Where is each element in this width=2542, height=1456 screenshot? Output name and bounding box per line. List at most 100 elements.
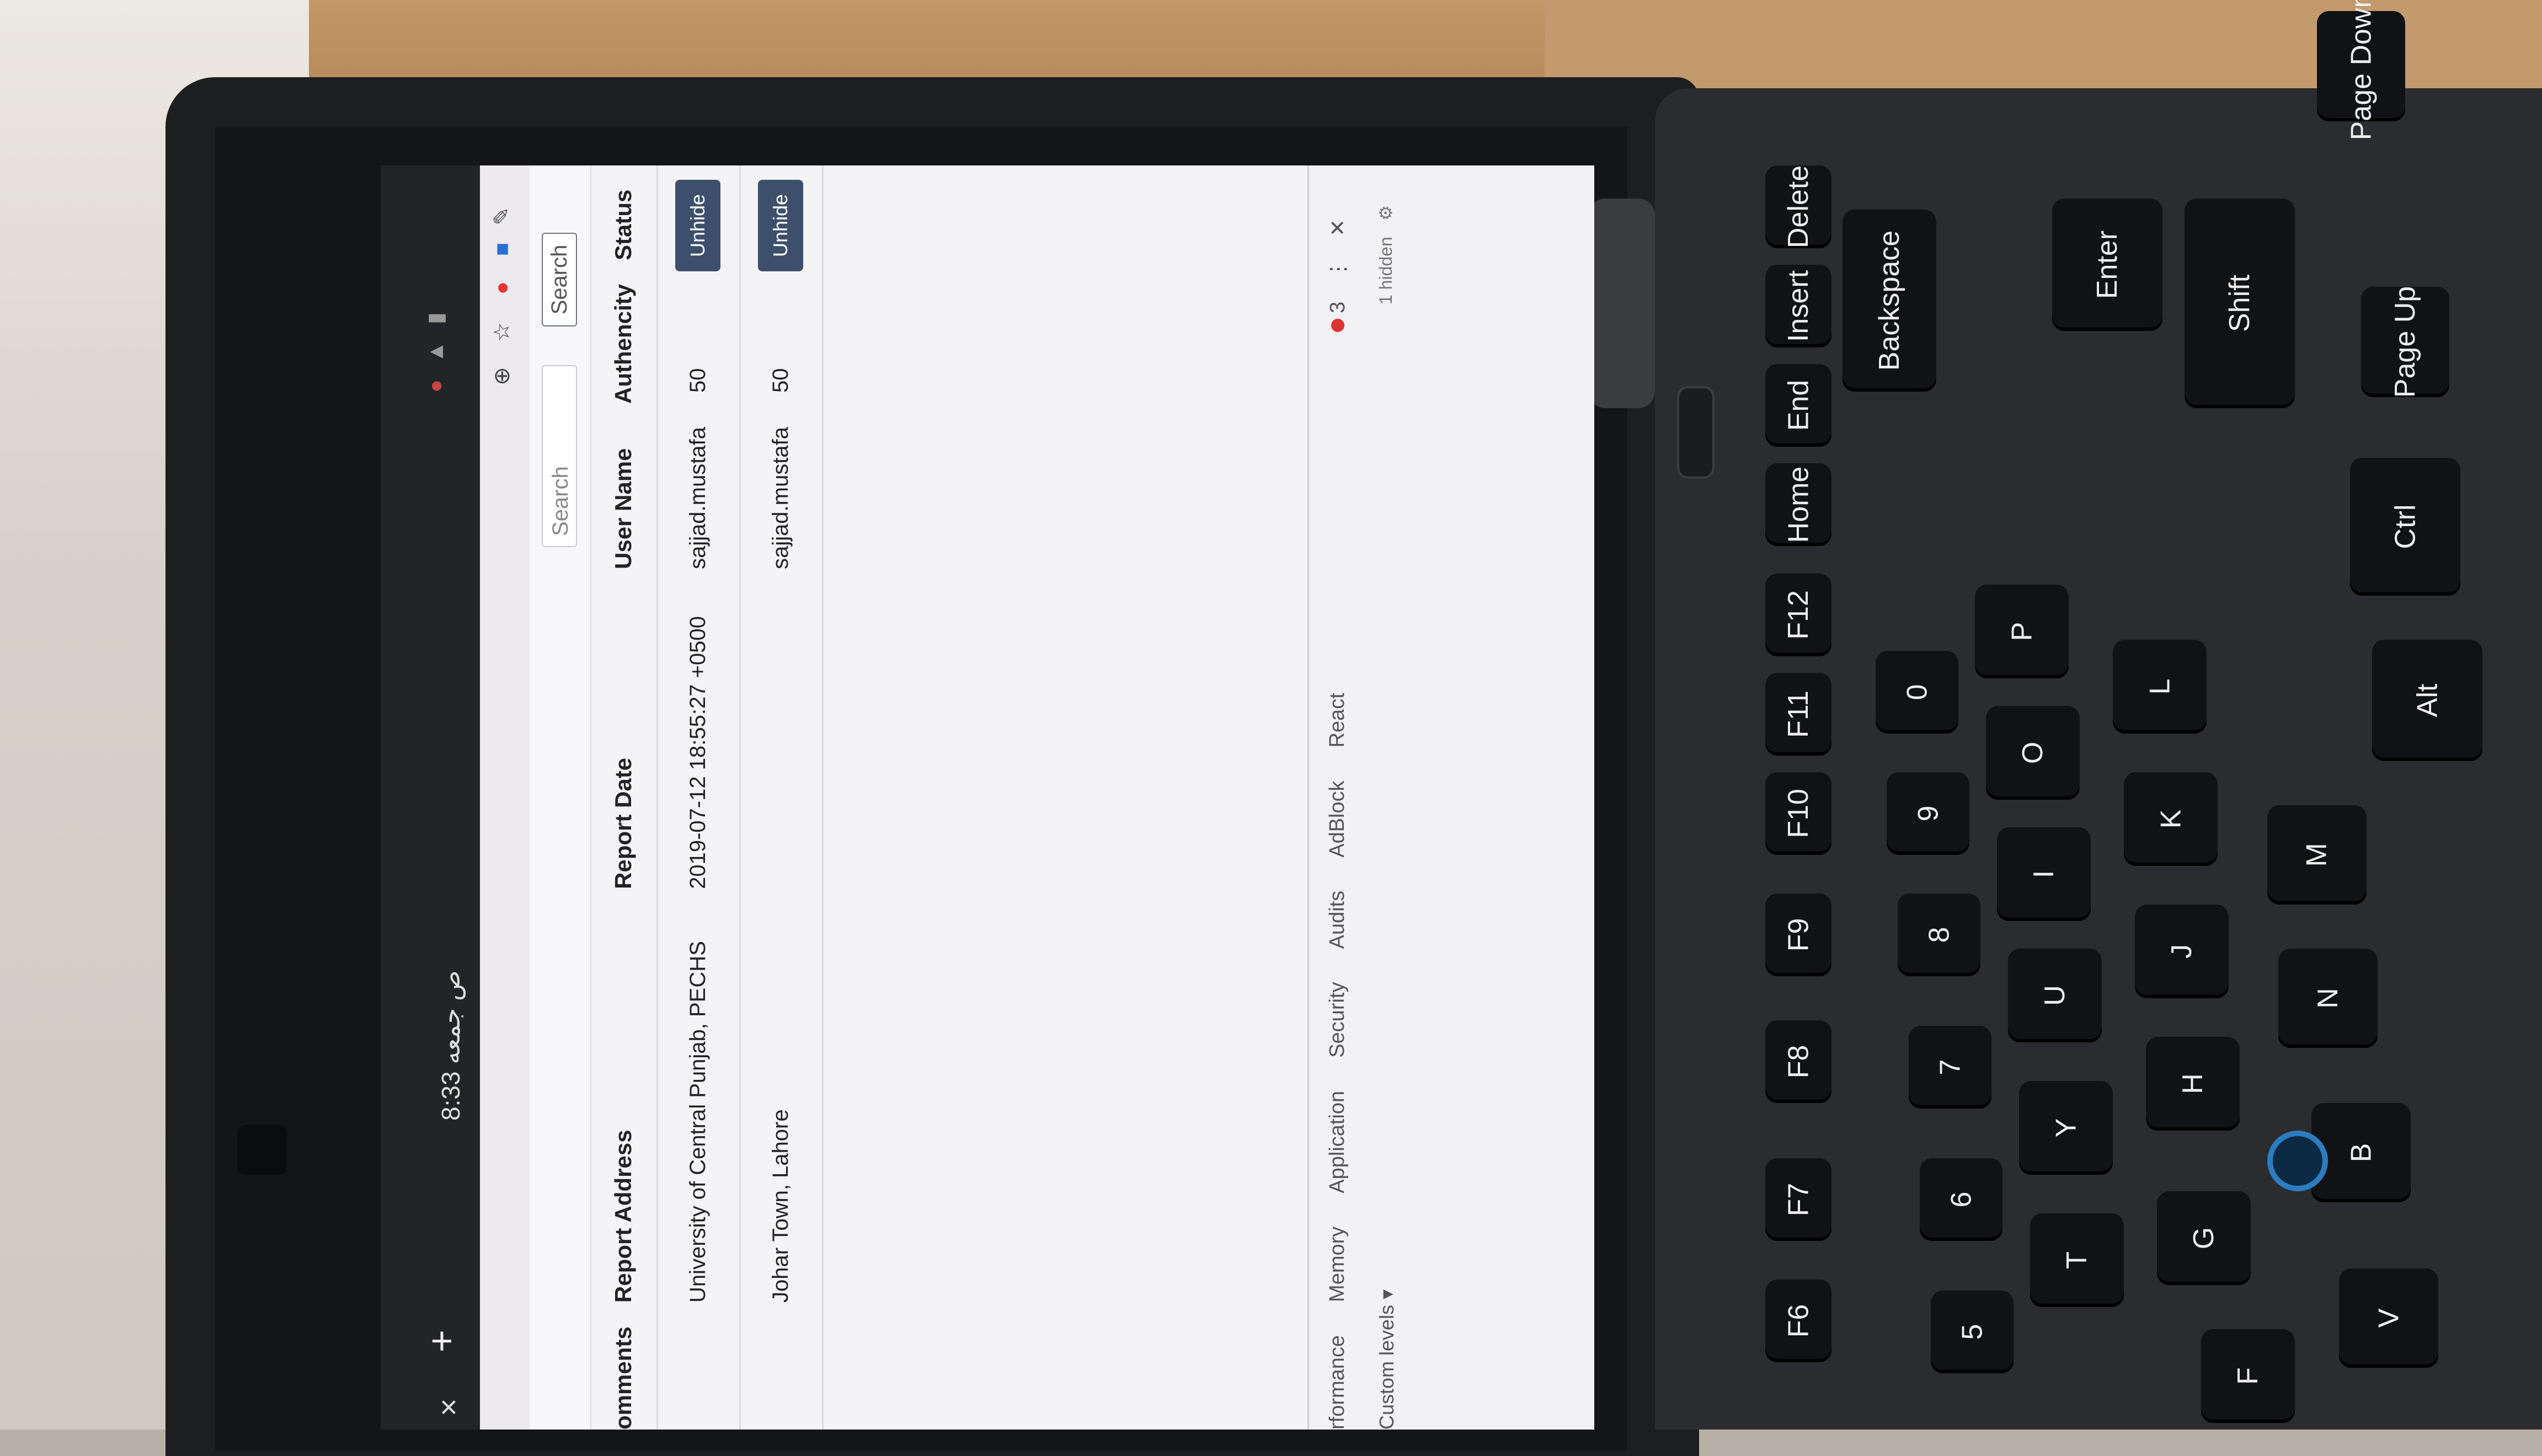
settings-gear-icon[interactable]: ⚙ <box>1376 205 1396 221</box>
column-header-status: Status <box>610 189 636 260</box>
more-options-icon[interactable]: ⋮ <box>1326 259 1350 280</box>
devtools-panel: rformance Memory Application Security Au… <box>1307 165 1594 1430</box>
column-header-user-name: User Name <box>610 448 636 569</box>
key-page-up[interactable]: Page Up <box>2361 286 2449 398</box>
report-address-cell: University of Central Punjab, PECHS <box>685 941 710 1303</box>
key-f10[interactable]: F10 <box>1765 772 1831 855</box>
tray-icon[interactable]: ● <box>424 379 448 393</box>
devtools-tab-performance[interactable]: rformance <box>1326 1335 1364 1430</box>
user-name-cell: sajjad.mustafa <box>768 427 793 569</box>
devtools-tab-react[interactable]: React <box>1326 693 1364 747</box>
tray-icon[interactable]: ▮ <box>423 312 448 324</box>
tab-bar: × + 8:33 ص جمعه ● ▲ ▮ <box>381 165 480 1430</box>
close-icon[interactable]: ✕ <box>1326 219 1350 237</box>
table-row: University of Central Punjab, PECHS 2019… <box>656 165 741 1430</box>
authencity-cell: 50 <box>685 368 710 393</box>
key-end[interactable]: End <box>1765 364 1831 447</box>
key-k[interactable]: K <box>2124 772 2218 866</box>
key-f[interactable]: F <box>2201 1329 2295 1423</box>
key-alt[interactable]: Alt <box>2372 640 2482 761</box>
bookmark-star-icon[interactable]: ☆ <box>485 315 519 349</box>
devtools-tab-security[interactable]: Security <box>1326 982 1364 1058</box>
key-f12[interactable]: F12 <box>1765 574 1831 656</box>
devtools-tab-memory[interactable]: Memory <box>1326 1227 1364 1302</box>
table-row: Johar Town, Lahore sajjad.mustafa 50 Unh… <box>739 165 824 1430</box>
devtools-tab-audits[interactable]: Audits <box>1326 891 1364 949</box>
key-delete[interactable]: Delete <box>1765 165 1831 248</box>
key-i[interactable]: I <box>1997 827 2091 921</box>
key-9[interactable]: 9 <box>1887 772 1969 855</box>
opera-extension-icon[interactable]: ● <box>485 271 519 304</box>
key-7[interactable]: 7 <box>1909 1026 1991 1109</box>
tray-icon[interactable]: ▲ <box>424 341 448 363</box>
app-navbar: Search Search <box>530 165 591 1430</box>
system-clock: 8:33 ص جمعه <box>436 970 466 1121</box>
key-f11[interactable]: F11 <box>1765 673 1831 756</box>
key-f6[interactable]: F6 <box>1765 1280 1831 1362</box>
unhide-button[interactable]: Unhide <box>758 179 803 271</box>
webcam <box>237 1125 287 1175</box>
key-0[interactable]: 0 <box>1876 651 1958 734</box>
trackpoint[interactable] <box>2267 1131 2328 1191</box>
report-address-cell: Johar Town, Lahore <box>768 1109 793 1303</box>
hinge <box>1589 199 1655 408</box>
error-count: 3 <box>1326 301 1349 313</box>
key-y[interactable]: Y <box>2019 1081 2113 1175</box>
key-v[interactable]: V <box>2339 1268 2438 1368</box>
custom-levels-dropdown[interactable]: Custom levels ▾ <box>1375 1289 1398 1430</box>
user-name-cell: sajjad.mustafa <box>685 427 710 569</box>
key-m[interactable]: M <box>2267 805 2367 904</box>
report-date-cell: 2019-07-12 18:55:27 +0500 <box>685 616 710 889</box>
key-f7[interactable]: F7 <box>1765 1158 1831 1241</box>
key-g[interactable]: G <box>2157 1191 2251 1285</box>
devtools-tabs: rformance Memory Application Security Au… <box>1326 693 1364 1430</box>
power-button[interactable] <box>1677 386 1715 479</box>
clock-day: جمعه <box>436 1008 465 1064</box>
key-p[interactable]: P <box>1975 585 2069 678</box>
browser-window: × + 8:33 ص جمعه ● ▲ ▮ ⊕ ☆ ● ■ ✎ Search S… <box>381 165 1594 1430</box>
key-f9[interactable]: F9 <box>1765 893 1831 976</box>
browser-toolbar: ⊕ ☆ ● ■ ✎ <box>480 165 530 1430</box>
tab-close-icon[interactable]: × <box>430 1398 466 1416</box>
eyedropper-icon[interactable]: ✎ <box>485 200 519 233</box>
key-8[interactable]: 8 <box>1898 893 1980 976</box>
key-5[interactable]: 5 <box>1931 1291 2014 1373</box>
devtools-controls: 3 ⋮ ✕ <box>1326 219 1350 332</box>
column-header-authencity: Authencity <box>610 283 636 404</box>
zoom-icon[interactable]: ⊕ <box>485 360 519 393</box>
devtools-tab-adblock[interactable]: AdBlock <box>1326 780 1364 857</box>
hidden-count: 1 hidden ⚙ <box>1375 205 1396 304</box>
key-o[interactable]: O <box>1986 706 2080 800</box>
status-cell: Unhide <box>656 179 739 271</box>
new-tab-icon[interactable]: + <box>419 1330 463 1352</box>
key-backspace[interactable]: Backspace <box>1843 210 1936 392</box>
error-counter[interactable]: 3 <box>1326 302 1350 332</box>
key-h[interactable]: H <box>2146 1037 2240 1131</box>
table-header-row: omments Report Address Report Date User … <box>590 165 658 1430</box>
search-input[interactable]: Search <box>542 365 577 547</box>
key-j[interactable]: J <box>2135 904 2229 998</box>
column-header-report-date: Report Date <box>610 757 636 889</box>
column-header-report-address: Report Address <box>610 1130 636 1303</box>
key-u[interactable]: U <box>2008 949 2102 1042</box>
key-n[interactable]: N <box>2278 949 2378 1048</box>
key-6[interactable]: 6 <box>1920 1158 2002 1241</box>
key-page-down[interactable]: Page Down <box>2317 0 2405 140</box>
extension-blue-icon[interactable]: ■ <box>485 233 519 266</box>
key-insert[interactable]: Insert <box>1765 265 1831 347</box>
status-cell: Unhide <box>739 179 822 271</box>
key-l[interactable]: L <box>2113 640 2207 734</box>
key-ctrl[interactable]: Ctrl <box>2350 458 2460 596</box>
devtools-tab-application[interactable]: Application <box>1326 1091 1364 1193</box>
key-enter[interactable]: Enter <box>2052 199 2162 331</box>
key-home[interactable]: Home <box>1765 463 1831 546</box>
key-t[interactable]: T <box>2030 1213 2124 1307</box>
key-f8[interactable]: F8 <box>1765 1020 1831 1103</box>
authencity-cell: 50 <box>768 368 793 393</box>
hidden-label: 1 hidden <box>1376 237 1396 304</box>
laptop-screen: × + 8:33 ص جمعه ● ▲ ▮ ⊕ ☆ ● ■ ✎ Search S… <box>381 165 1594 1430</box>
unhide-button[interactable]: Unhide <box>675 179 720 271</box>
error-icon <box>1331 319 1344 332</box>
search-button[interactable]: Search <box>542 233 577 326</box>
key-shift[interactable]: Shift <box>2185 199 2295 408</box>
